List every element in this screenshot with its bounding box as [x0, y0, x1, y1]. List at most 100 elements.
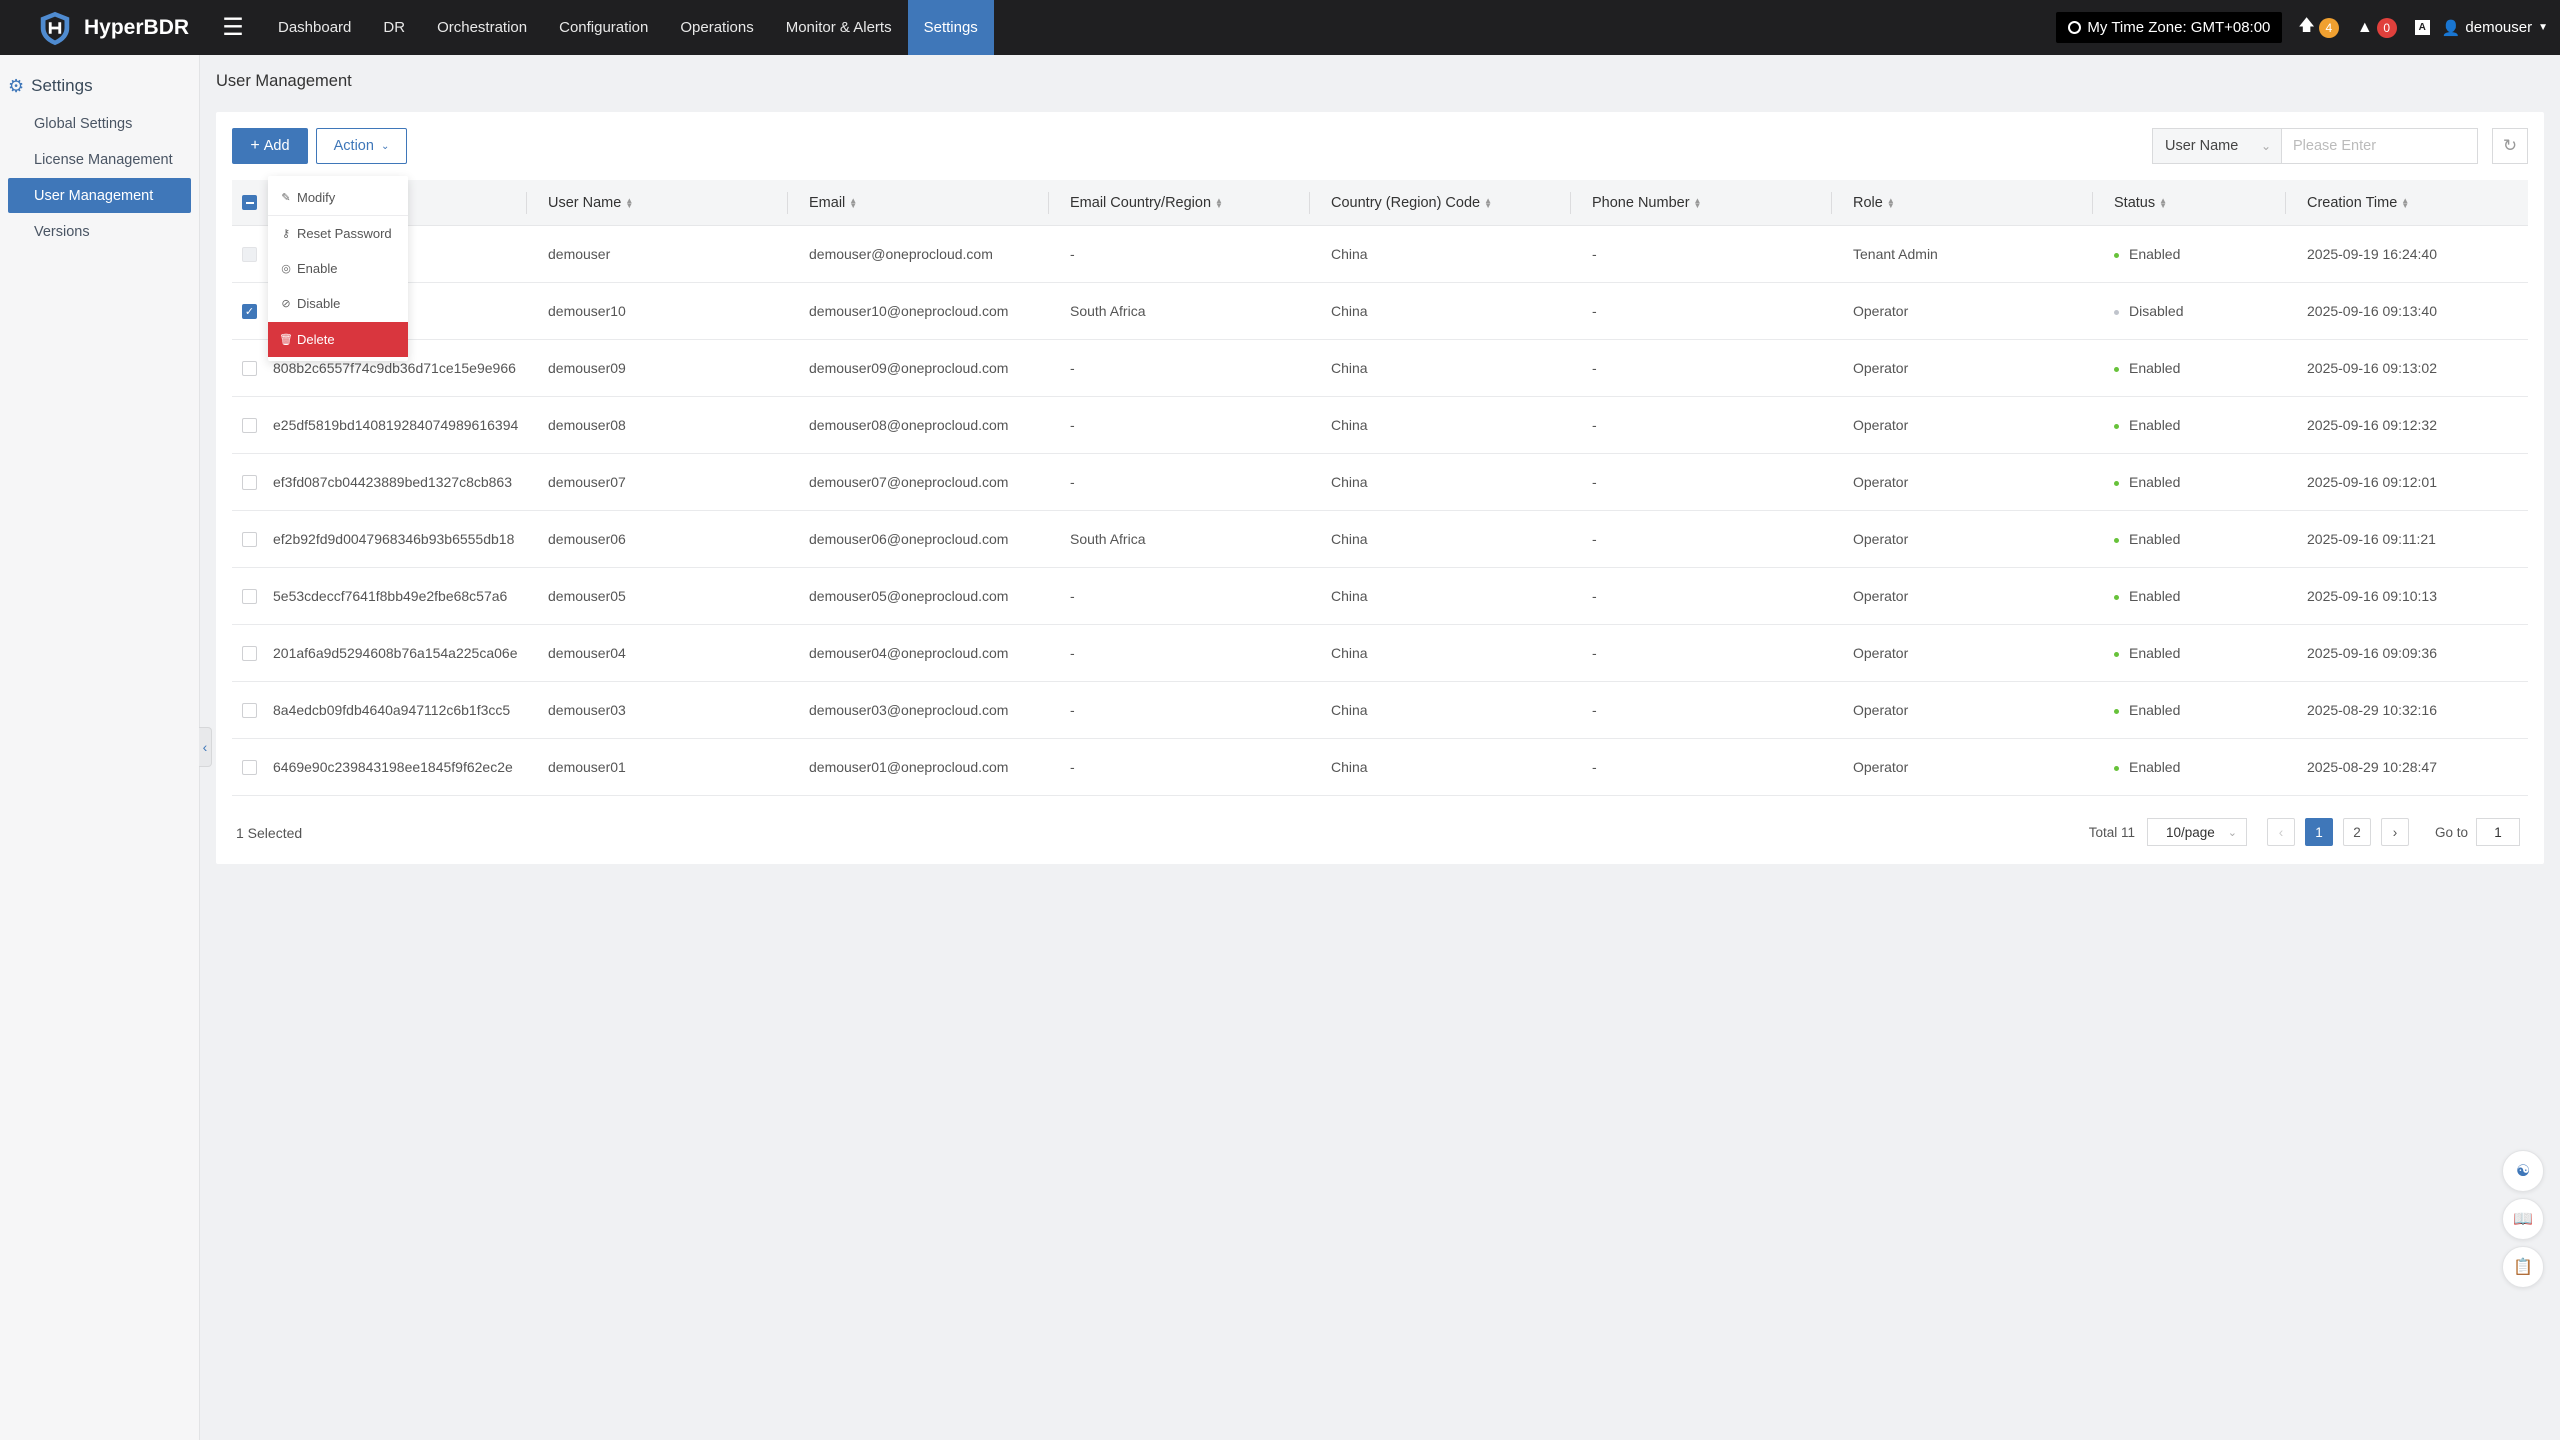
sidebar-item-versions[interactable]: Versions	[8, 214, 191, 249]
table-row[interactable]: ef2b92fd9d0047968346b93b6555db18 demouser…	[232, 511, 2528, 568]
menu-item-enable[interactable]: ◎ Enable	[268, 251, 408, 286]
table-row[interactable]: 6469e90c239843198ee1845f9f62ec2e demouser…	[232, 739, 2528, 796]
language-icon[interactable]: A	[2414, 20, 2430, 35]
prev-page-icon[interactable]: ‹	[2266, 818, 2295, 846]
header-email-country[interactable]: Email Country/Region ▲ ▼	[1048, 180, 1320, 226]
cell-country-code: China	[1331, 588, 1368, 604]
row-checkbox[interactable]	[242, 645, 257, 661]
cell-role: Operator	[1853, 360, 1909, 376]
row-checkbox[interactable]	[242, 417, 257, 433]
search-input[interactable]	[2282, 128, 2478, 164]
menu-item-modify[interactable]: ✎ Modify	[268, 180, 408, 215]
cell-status: Enabled	[2103, 702, 2296, 718]
status-dot	[2114, 309, 2119, 315]
table-row[interactable]: ef3fd087cb04423889bed1327c8cb863 demouser…	[232, 454, 2528, 511]
row-checkbox[interactable]	[242, 360, 257, 376]
cell-user-name: demouser05	[548, 588, 626, 604]
row-checkbox[interactable]	[242, 759, 257, 775]
user-menu[interactable]: 👤 demouser ▼	[2442, 19, 2548, 37]
row-checkbox[interactable]: ✓	[242, 303, 257, 319]
user-name: demouser	[2465, 19, 2533, 36]
table-row[interactable]: 5e53cdeccf7641f8bb49e2fbe68c57a6 demouser…	[232, 568, 2528, 625]
header-creation-time[interactable]: Creation Time ▲ ▼	[2285, 180, 2528, 226]
page-size-value: 10/page	[2165, 824, 2215, 840]
cell-status: Enabled	[2103, 645, 2296, 661]
search-field-value: User Name	[2165, 138, 2239, 154]
upload-arrow-icon: 🡅	[2298, 17, 2315, 34]
action-button[interactable]: Action ⌄	[316, 128, 407, 164]
app-logo[interactable]: HyperBDR	[36, 9, 202, 47]
nav-configuration[interactable]: Configuration	[543, 0, 664, 55]
nav-settings[interactable]: Settings	[907, 0, 994, 55]
nav-orchestration[interactable]: Orchestration	[421, 0, 543, 55]
nav-operations[interactable]: Operations	[664, 0, 769, 55]
cell-user-name: demouser06	[548, 531, 626, 547]
goto-page-input[interactable]	[2476, 818, 2520, 846]
row-checkbox[interactable]	[242, 588, 257, 604]
table-row[interactable]: a3cd8ea7a246e0demouserdemouser@oneproclo…	[232, 226, 2528, 283]
table-row[interactable]: ✓9a5efbe765ecb2cdemouser10demouser10@one…	[232, 283, 2528, 340]
table-row[interactable]: 8a4edcb09fdb4640a947112c6b1f3cc5 demouser…	[232, 682, 2528, 739]
docs-icon[interactable]: 📖	[2502, 1198, 2544, 1240]
cell-creation-time: 2025-08-29 10:28:47	[2307, 759, 2437, 775]
header-email[interactable]: Email ▲ ▼	[787, 180, 1059, 226]
next-page-icon[interactable]: ›	[2380, 818, 2409, 846]
menu-item-reset-password[interactable]: ⚷ Reset Password	[268, 216, 408, 251]
upload-tasks[interactable]: 🡅 4	[2298, 14, 2339, 41]
page-2[interactable]: 2	[2342, 818, 2371, 846]
sidebar-item-global-settings[interactable]: Global Settings	[8, 106, 191, 141]
header-status[interactable]: Status ▲ ▼	[2092, 180, 2296, 226]
row-checkbox[interactable]	[242, 474, 257, 490]
plus-icon: +	[250, 137, 260, 154]
header-country-code[interactable]: Country (Region) Code ▲ ▼	[1309, 180, 1581, 226]
sidebar-item-license-management[interactable]: License Management	[8, 142, 191, 177]
cell-phone: -	[1592, 303, 1597, 319]
cell-creation-time: 2025-09-16 09:13:40	[2307, 303, 2437, 319]
nav-dr[interactable]: DR	[367, 0, 421, 55]
page-1[interactable]: 1	[2304, 818, 2333, 846]
nav-dashboard[interactable]: Dashboard	[262, 0, 367, 55]
sidebar-collapse-icon[interactable]: ‹	[199, 727, 212, 767]
cell-status: Enabled	[2103, 759, 2296, 775]
page-size-select[interactable]: 10/page ⌄	[2146, 818, 2247, 846]
nav-monitor-alerts[interactable]: Monitor & Alerts	[770, 0, 908, 55]
cell-creation-time: 2025-09-16 09:11:21	[2307, 531, 2436, 547]
user-icon: 👤	[2441, 19, 2461, 37]
cell-email: demouser05@oneprocloud.com	[809, 588, 1009, 604]
menu-item-disable[interactable]: ⊘ Disable	[268, 286, 408, 321]
cell-phone: -	[1592, 531, 1597, 547]
cell-user-id: 8a4edcb09fdb4640a947112c6b1f3cc5	[273, 702, 511, 718]
menu-toggle-icon[interactable]: ☰	[216, 11, 250, 45]
timezone-display[interactable]: My Time Zone: GMT+08:00	[2056, 12, 2283, 43]
menu-item-delete[interactable]: 🗑 Delete	[268, 322, 408, 357]
disable-icon: ⊘	[281, 298, 291, 310]
header-phone[interactable]: Phone Number ▲ ▼	[1570, 180, 1842, 226]
sidebar-item-user-management[interactable]: User Management	[8, 178, 191, 213]
cell-phone: -	[1592, 645, 1597, 661]
cell-email-country: -	[1070, 360, 1075, 376]
cell-user-name: demouser03	[548, 702, 626, 718]
header-user-name[interactable]: User Name ▲ ▼	[526, 180, 798, 226]
table-row[interactable]: 201af6a9d5294608b76a154a225ca06e demouser…	[232, 625, 2528, 682]
row-checkbox[interactable]	[242, 702, 257, 718]
status-dot	[2114, 537, 2119, 543]
table-row[interactable]: 808b2c6557f74c9db36d71ce15e9e966 demouser…	[232, 340, 2528, 397]
alerts[interactable]: ▲ 0	[2357, 17, 2397, 38]
status-text: Enabled	[2129, 417, 2181, 433]
clipboard-icon[interactable]: 📋	[2502, 1246, 2544, 1288]
assistant-icon[interactable]: ☯	[2502, 1150, 2544, 1192]
table-row[interactable]: e25df5819bd140819284074989616394 demouser…	[232, 397, 2528, 454]
search-field-select[interactable]: User Name ⌄	[2152, 128, 2282, 164]
header-role[interactable]: Role ▲ ▼	[1831, 180, 2103, 226]
refresh-icon[interactable]: ↻	[2492, 128, 2528, 164]
add-button[interactable]: + Add	[232, 128, 308, 164]
cell-status: Enabled	[2103, 588, 2296, 604]
cell-phone: -	[1592, 360, 1597, 376]
status-text: Enabled	[2129, 360, 2181, 376]
cell-user-id: ef3fd087cb04423889bed1327c8cb863	[273, 474, 513, 490]
status-dot	[2114, 765, 2119, 771]
row-checkbox[interactable]	[242, 246, 257, 262]
select-all-checkbox[interactable]	[242, 195, 257, 210]
row-checkbox[interactable]	[242, 531, 257, 547]
sidebar-title-text: Settings	[31, 76, 93, 95]
